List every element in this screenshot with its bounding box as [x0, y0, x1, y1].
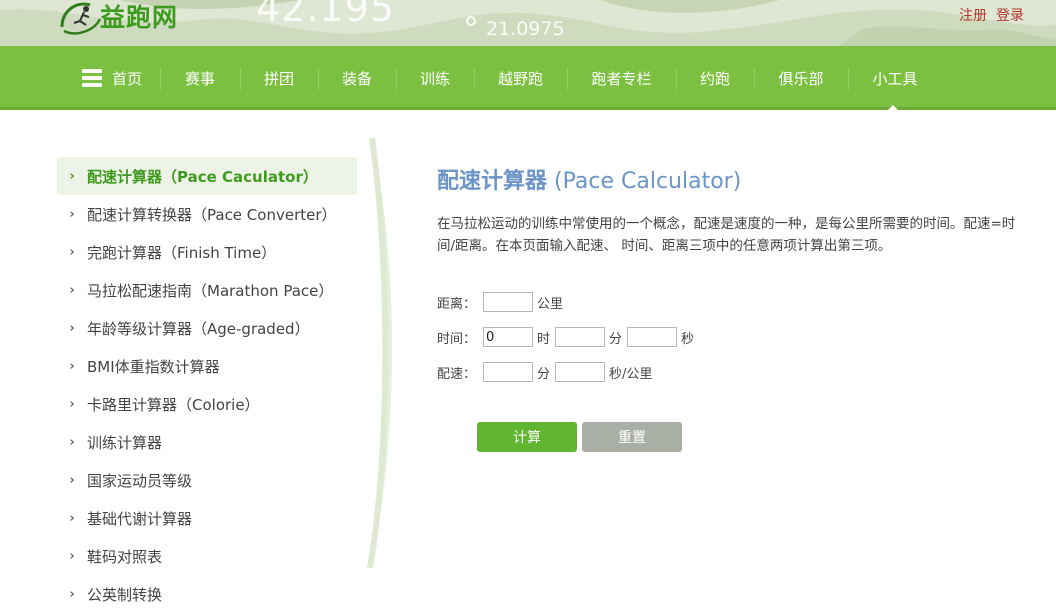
sidebar-item-label: 年龄等级计算器（Age-graded）	[87, 319, 310, 338]
map-pin-icon	[466, 16, 476, 26]
half-marathon-distance-decoration: 21.0975	[486, 18, 565, 40]
sidebar-item-label: 国家运动员等级	[87, 471, 193, 490]
chevron-right-icon: ›	[69, 434, 75, 450]
tools-sidebar: › 配速计算器（Pace Caculator） › 配速计算转换器（Pace C…	[57, 157, 357, 610]
sidebar-item-label: 基础代谢计算器	[87, 509, 193, 528]
sidebar-item-calorie[interactable]: › 卡路里计算器（Colorie）	[57, 385, 357, 423]
hamburger-icon	[81, 69, 102, 87]
sidebar-item-label: 训练计算器	[87, 433, 163, 452]
nav-item-trail-running[interactable]: 越野跑	[474, 46, 567, 110]
calculator-panel: 配速计算器 (Pace Calculator) 在马拉松运动的训练中常使用的一个…	[437, 168, 1027, 257]
sidebar-item-label: 卡路里计算器（Colorie）	[87, 395, 260, 414]
pace-row: 配速： 分 秒/公里	[437, 362, 657, 382]
site-logo[interactable]: 益跑网	[56, 0, 178, 36]
chevron-right-icon: ›	[69, 510, 75, 526]
nav-item-label: 小工具	[872, 69, 918, 88]
distance-input[interactable]	[483, 292, 533, 312]
nav-item-training[interactable]: 训练	[396, 46, 474, 110]
register-link[interactable]: 注册	[959, 5, 987, 25]
sidebar-item-label: 配速计算器（Pace Caculator）	[87, 167, 318, 186]
nav-item-label: 装备	[341, 69, 372, 88]
pace-seconds-unit: 秒/公里	[609, 366, 653, 382]
sidebar-item-label: 鞋码对照表	[87, 547, 163, 566]
time-hours-input[interactable]	[483, 327, 533, 347]
sidebar-item-unit-conversion[interactable]: › 公英制转换	[57, 575, 357, 610]
sidebar-item-age-graded[interactable]: › 年龄等级计算器（Age-graded）	[57, 309, 357, 347]
nav-item-group-buy[interactable]: 拼团	[240, 46, 318, 110]
nav-item-label: 越野跑	[497, 69, 543, 88]
time-seconds-input[interactable]	[627, 327, 678, 347]
chevron-right-icon: ›	[69, 396, 75, 412]
sidebar-item-marathon-pace[interactable]: › 马拉松配速指南（Marathon Pace）	[57, 271, 357, 309]
page-title-en: (Pace Calculator)	[554, 169, 742, 194]
nav-item-run-meetup[interactable]: 约跑	[676, 46, 754, 110]
time-row: 时间： 时 分 秒	[437, 327, 699, 347]
page-title-cn: 配速计算器	[437, 169, 548, 194]
sidebar-item-training-calculator[interactable]: › 训练计算器	[57, 423, 357, 461]
distance-unit: 公里	[537, 296, 564, 312]
pace-seconds-input[interactable]	[555, 362, 606, 382]
sidebar-item-label: BMI体重指数计算器	[87, 357, 220, 376]
chevron-right-icon: ›	[69, 168, 75, 184]
chevron-right-icon: ›	[69, 282, 75, 298]
chevron-right-icon: ›	[69, 320, 75, 336]
chevron-right-icon: ›	[69, 586, 75, 602]
sidebar-item-label: 马拉松配速指南（Marathon Pace）	[87, 281, 334, 300]
sidebar-item-athlete-levels[interactable]: › 国家运动员等级	[57, 461, 357, 499]
time-minutes-input[interactable]	[555, 327, 606, 347]
nav-item-runner-column[interactable]: 跑者专栏	[567, 46, 676, 110]
page-description: 在马拉松运动的训练中常使用的一个概念，配速是速度的一种，是每公里所需要的时间。配…	[437, 216, 1016, 254]
sidebar-item-label: 配速计算转换器（Pace Converter）	[87, 205, 337, 224]
main-nav: 首页 赛事 拼团 装备 训练 越野跑 跑者专栏 约跑 俱乐部 小工具	[0, 46, 1056, 110]
active-nav-indicator	[885, 105, 901, 113]
sidebar-item-bmi[interactable]: › BMI体重指数计算器	[57, 347, 357, 385]
nav-item-home[interactable]: 首页	[64, 46, 160, 110]
time-seconds-unit: 秒	[681, 331, 695, 347]
distance-label: 距离：	[437, 296, 477, 312]
login-link[interactable]: 登录	[996, 5, 1024, 25]
nav-item-label: 拼团	[263, 69, 294, 88]
time-label: 时间：	[437, 331, 477, 347]
page-title: 配速计算器 (Pace Calculator)	[437, 168, 1027, 196]
nav-item-label: 约跑	[699, 69, 730, 88]
nav-item-clubs[interactable]: 俱乐部	[754, 46, 848, 110]
header-banner: 益跑网 42.195 21.0975 注册 登录	[0, 0, 1056, 46]
sidebar-item-pace-converter[interactable]: › 配速计算转换器（Pace Converter）	[57, 195, 357, 233]
runner-logo-icon	[60, 2, 102, 35]
reset-button[interactable]: 重置	[582, 422, 682, 452]
nav-item-label: 首页	[111, 69, 142, 88]
nav-item-tools[interactable]: 小工具	[848, 46, 942, 110]
nav-item-gear[interactable]: 装备	[318, 46, 396, 110]
pace-minutes-input[interactable]	[483, 362, 533, 382]
chevron-right-icon: ›	[69, 206, 75, 222]
sidebar-item-pace-calculator[interactable]: › 配速计算器（Pace Caculator）	[57, 157, 357, 195]
sidebar-item-bmr[interactable]: › 基础代谢计算器	[57, 499, 357, 537]
nav-item-label: 俱乐部	[778, 69, 824, 88]
marathon-distance-decoration: 42.195	[256, 0, 395, 30]
pace-label: 配速：	[437, 366, 477, 382]
sidebar-item-label: 公英制转换	[87, 585, 163, 604]
nav-item-label: 训练	[419, 69, 450, 88]
sidebar-item-shoe-size[interactable]: › 鞋码对照表	[57, 537, 357, 575]
time-hours-unit: 时	[537, 331, 551, 347]
sidebar-item-label: 完跑计算器（Finish Time）	[87, 243, 277, 262]
nav-item-events[interactable]: 赛事	[160, 46, 240, 110]
nav-item-label: 赛事	[184, 69, 215, 88]
chevron-right-icon: ›	[69, 358, 75, 374]
chevron-right-icon: ›	[69, 244, 75, 260]
calculate-button[interactable]: 计算	[477, 422, 577, 452]
time-minutes-unit: 分	[609, 331, 623, 347]
sidebar-item-finish-time[interactable]: › 完跑计算器（Finish Time）	[57, 233, 357, 271]
chevron-right-icon: ›	[69, 472, 75, 488]
decorative-divider	[367, 137, 393, 569]
auth-links: 注册 登录	[959, 5, 1024, 25]
pace-minutes-unit: 分	[537, 366, 551, 382]
nav-item-label: 跑者专栏	[591, 69, 652, 88]
chevron-right-icon: ›	[69, 548, 75, 564]
distance-row: 距离： 公里	[437, 292, 568, 312]
logo-text: 益跑网	[100, 3, 179, 32]
